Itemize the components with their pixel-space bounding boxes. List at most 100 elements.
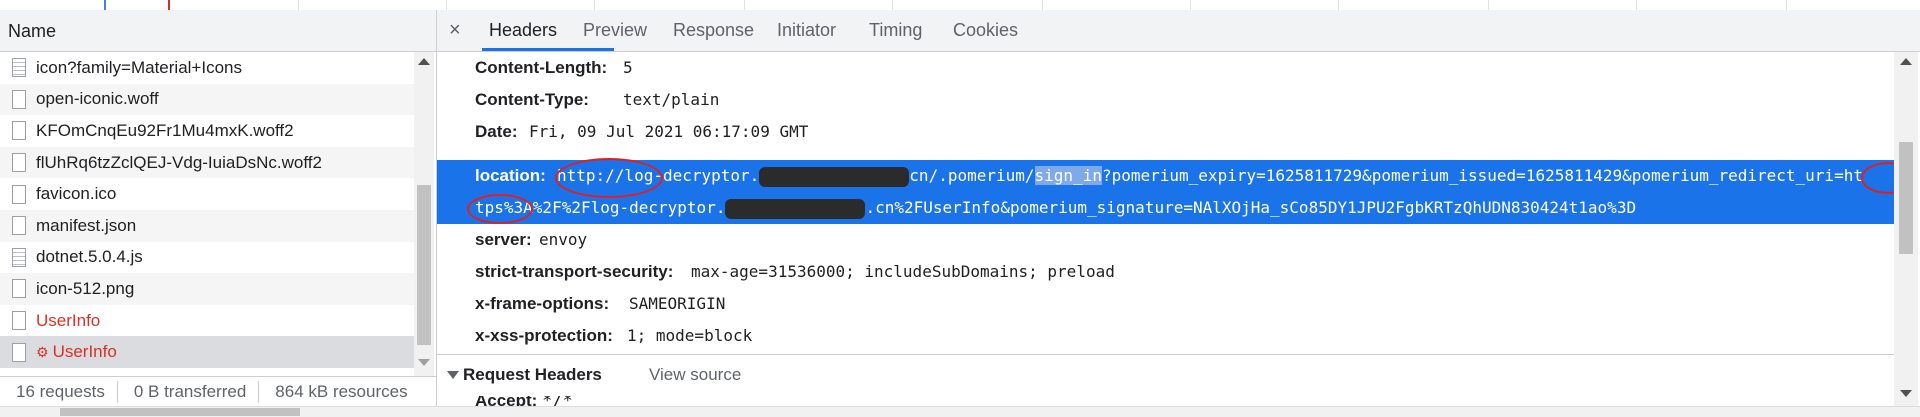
request-row-selected[interactable]: ⚙ UserInfo xyxy=(0,336,414,368)
close-icon[interactable]: × xyxy=(449,19,461,42)
timeline-dom-loaded-marker xyxy=(104,0,106,10)
timeline-load-marker xyxy=(168,0,170,10)
scroll-down-arrow-icon[interactable] xyxy=(1900,390,1912,397)
network-status-bar: 16 requests 0 B transferred 864 kB resou… xyxy=(0,376,436,407)
request-name: flUhRq6tzZclQEJ-Vdg-IuiaDsNc.woff2 xyxy=(36,152,322,172)
request-row[interactable]: dotnet.5.0.4.js xyxy=(0,242,414,274)
timeline-gridline xyxy=(594,0,595,10)
timeline-gridline xyxy=(1338,0,1339,10)
scrollbar-thumb[interactable] xyxy=(417,185,431,345)
request-count: 16 requests xyxy=(0,381,118,403)
header-value: text/plain xyxy=(623,90,720,109)
header-key: x-frame-options: xyxy=(475,294,610,313)
horizontal-scrollbar[interactable] xyxy=(0,406,1920,417)
request-name: UserInfo xyxy=(36,310,101,330)
request-name: dotnet.5.0.4.js xyxy=(36,247,143,267)
annotation-circle xyxy=(555,158,663,198)
timeline-gridline xyxy=(1636,0,1637,10)
name-column-header[interactable]: Name xyxy=(0,10,436,52)
request-headers-section[interactable]: Request Headers View source xyxy=(437,354,1894,395)
header-value: SAMEORIGIN xyxy=(629,294,726,313)
scrollbar-thumb[interactable] xyxy=(60,408,300,416)
preflight-gear-icon: ⚙ xyxy=(36,343,49,360)
tab-headers[interactable]: Headers xyxy=(489,20,557,41)
scroll-up-arrow-icon[interactable] xyxy=(418,58,430,65)
active-tab-indicator xyxy=(482,48,614,51)
file-icon xyxy=(12,216,26,236)
tab-initiator[interactable]: Initiator xyxy=(777,20,836,41)
request-name: UserInfo xyxy=(52,342,117,362)
timeline-gridline xyxy=(1042,0,1043,10)
stylesheet-file-icon xyxy=(12,58,26,78)
request-row[interactable]: flUhRq6tzZclQEJ-Vdg-IuiaDsNc.woff2 xyxy=(0,146,414,179)
file-icon xyxy=(12,342,26,362)
timeline-gridline xyxy=(446,0,447,10)
request-row[interactable]: manifest.json xyxy=(0,209,414,242)
header-value: */* xyxy=(542,396,573,406)
transferred-size: 0 B transferred xyxy=(118,381,260,403)
file-icon xyxy=(12,153,26,173)
collapse-triangle-icon[interactable] xyxy=(447,371,459,379)
request-name: manifest.json xyxy=(36,215,137,235)
annotation-circle xyxy=(467,194,533,224)
request-list-scrollbar[interactable] xyxy=(414,52,434,376)
scrollbar-thumb[interactable] xyxy=(1899,142,1913,254)
location-value-line-2: tps%3A%2F%2Flog-decryptor. .cn%2FUserInfo… xyxy=(475,198,1637,219)
annotation-circle xyxy=(1861,162,1894,194)
tab-cookies[interactable]: Cookies xyxy=(953,20,1018,41)
header-key: Accept: xyxy=(475,396,538,406)
redacted-block xyxy=(759,166,910,187)
timeline-gridline xyxy=(298,0,299,10)
request-list-panel: Name icon?family=Material+Icons open-ico… xyxy=(0,10,437,407)
request-name: icon?family=Material+Icons xyxy=(36,57,242,77)
view-source-link[interactable]: View source xyxy=(649,365,741,385)
request-row[interactable]: open-iconic.woff xyxy=(0,83,414,116)
request-name: KFOmCnqEu92Fr1Mu4mxK.woff2 xyxy=(36,120,294,140)
header-value: max-age=31536000; includeSubDomains; pre… xyxy=(691,262,1115,281)
header-key: strict-transport-security: xyxy=(475,262,674,281)
request-row[interactable]: icon-512.png xyxy=(0,273,414,305)
timeline-gridline xyxy=(892,0,893,10)
request-row[interactable]: icon?family=Material+Icons xyxy=(0,52,414,84)
location-value-line-1: http://log-decryptor. cn/.pomerium/sign_i… xyxy=(557,166,1863,187)
file-icon xyxy=(12,184,26,204)
request-list: icon?family=Material+Icons open-iconic.w… xyxy=(0,52,414,376)
scroll-down-arrow-icon[interactable] xyxy=(418,359,430,366)
timeline-gridline xyxy=(1488,0,1489,10)
tab-timing[interactable]: Timing xyxy=(869,20,922,41)
header-key: Content-Length: xyxy=(475,58,608,77)
header-value: envoy xyxy=(539,230,588,249)
request-name: favicon.ico xyxy=(36,184,117,204)
request-row[interactable]: favicon.ico xyxy=(0,178,414,210)
header-key: Date: xyxy=(475,122,518,141)
request-row-error[interactable]: UserInfo xyxy=(0,305,414,337)
tab-preview[interactable]: Preview xyxy=(583,20,647,41)
request-name: icon-512.png xyxy=(36,278,135,298)
request-row[interactable]: KFOmCnqEu92Fr1Mu4mxK.woff2 xyxy=(0,115,414,147)
location-header-selected[interactable]: location: http://log-decryptor. cn/.pomer… xyxy=(437,158,1894,224)
timeline-gridline xyxy=(1786,0,1787,10)
header-key: Content-Type: xyxy=(475,90,589,109)
redacted-block xyxy=(725,198,866,219)
details-tab-bar: × Headers Preview Response Initiator Tim… xyxy=(437,10,1920,52)
file-icon xyxy=(12,89,26,109)
header-value: Fri, 09 Jul 2021 06:17:09 GMT xyxy=(529,122,809,141)
headers-content: Content-Length: 5 Content-Type: text/pla… xyxy=(437,52,1894,354)
header-value: 1; mode=block xyxy=(627,326,753,345)
request-headers-title[interactable]: Request Headers xyxy=(463,365,602,385)
file-icon xyxy=(12,121,26,141)
details-scrollbar[interactable] xyxy=(1894,52,1918,406)
request-details-panel: × Headers Preview Response Initiator Tim… xyxy=(437,10,1920,406)
header-key: x-xss-protection: xyxy=(475,326,613,345)
tab-response[interactable]: Response xyxy=(673,20,754,41)
timeline-gridline xyxy=(744,0,745,10)
resources-size: 864 kB resources xyxy=(275,382,408,401)
file-icon xyxy=(12,279,26,299)
file-icon xyxy=(12,311,26,331)
header-value: 5 xyxy=(623,58,633,77)
timeline-gridline xyxy=(1190,0,1191,10)
header-row-partial: Accept: */* xyxy=(475,396,573,406)
name-column-label: Name xyxy=(8,21,57,41)
scroll-up-arrow-icon[interactable] xyxy=(1900,58,1912,65)
script-file-icon xyxy=(12,247,26,267)
